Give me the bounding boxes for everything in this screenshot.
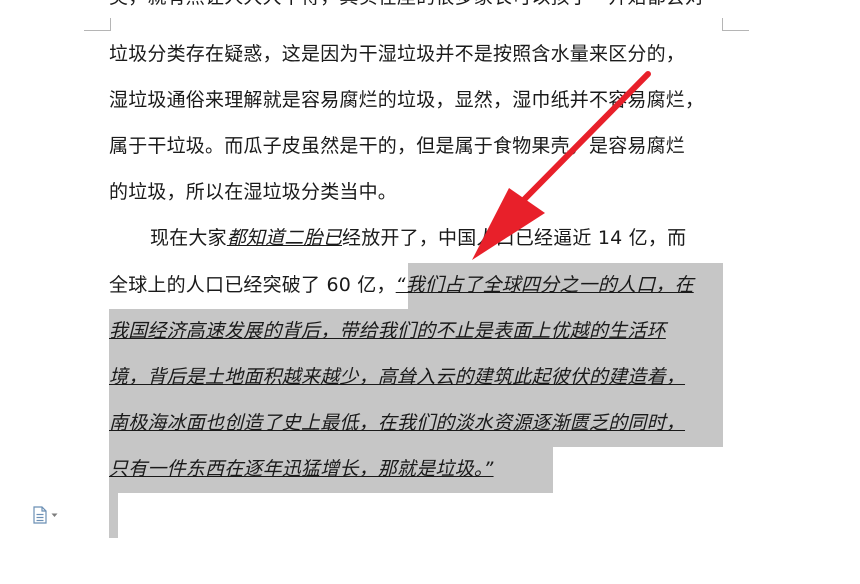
document-page[interactable]: 类，就有然让人大大不得，其实在座的很多家长可以孩子一开始都会对 垃圾分类存在疑惑… xyxy=(0,0,860,584)
red-arrow-annotation xyxy=(472,71,651,260)
